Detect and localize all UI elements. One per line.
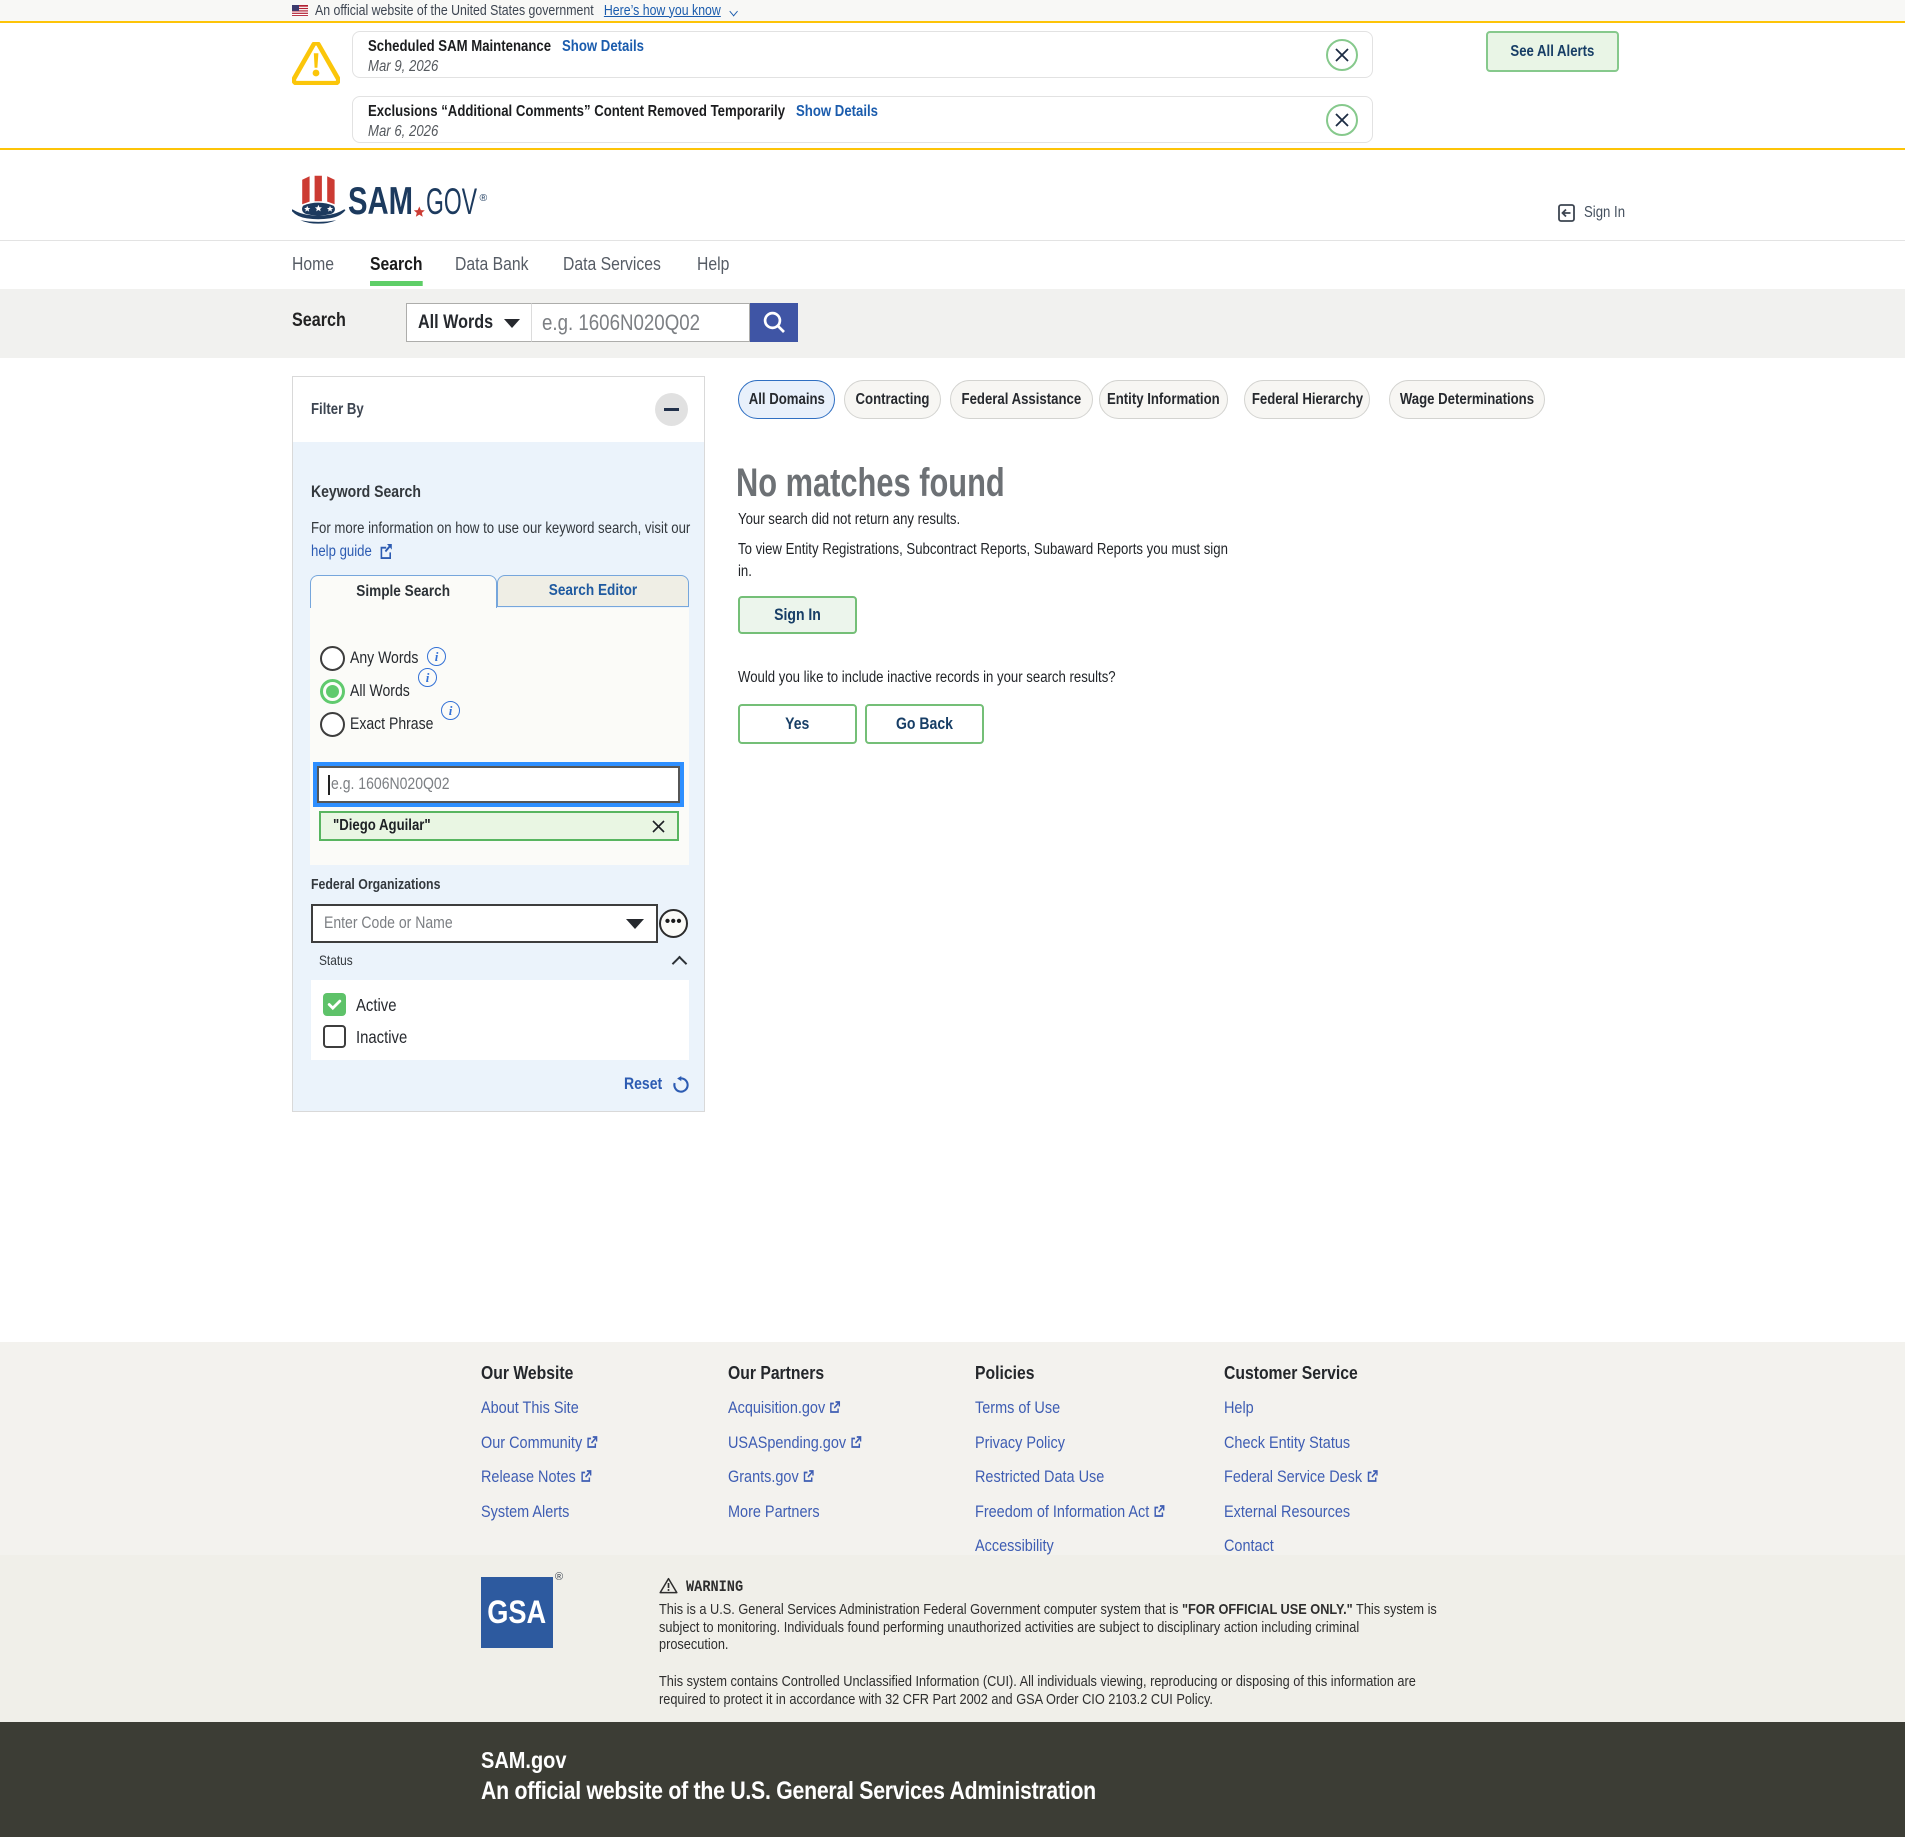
svg-text:GOV: GOV [426, 181, 477, 222]
svg-text:®: ® [480, 192, 488, 204]
svg-text:SAM: SAM [348, 180, 413, 223]
